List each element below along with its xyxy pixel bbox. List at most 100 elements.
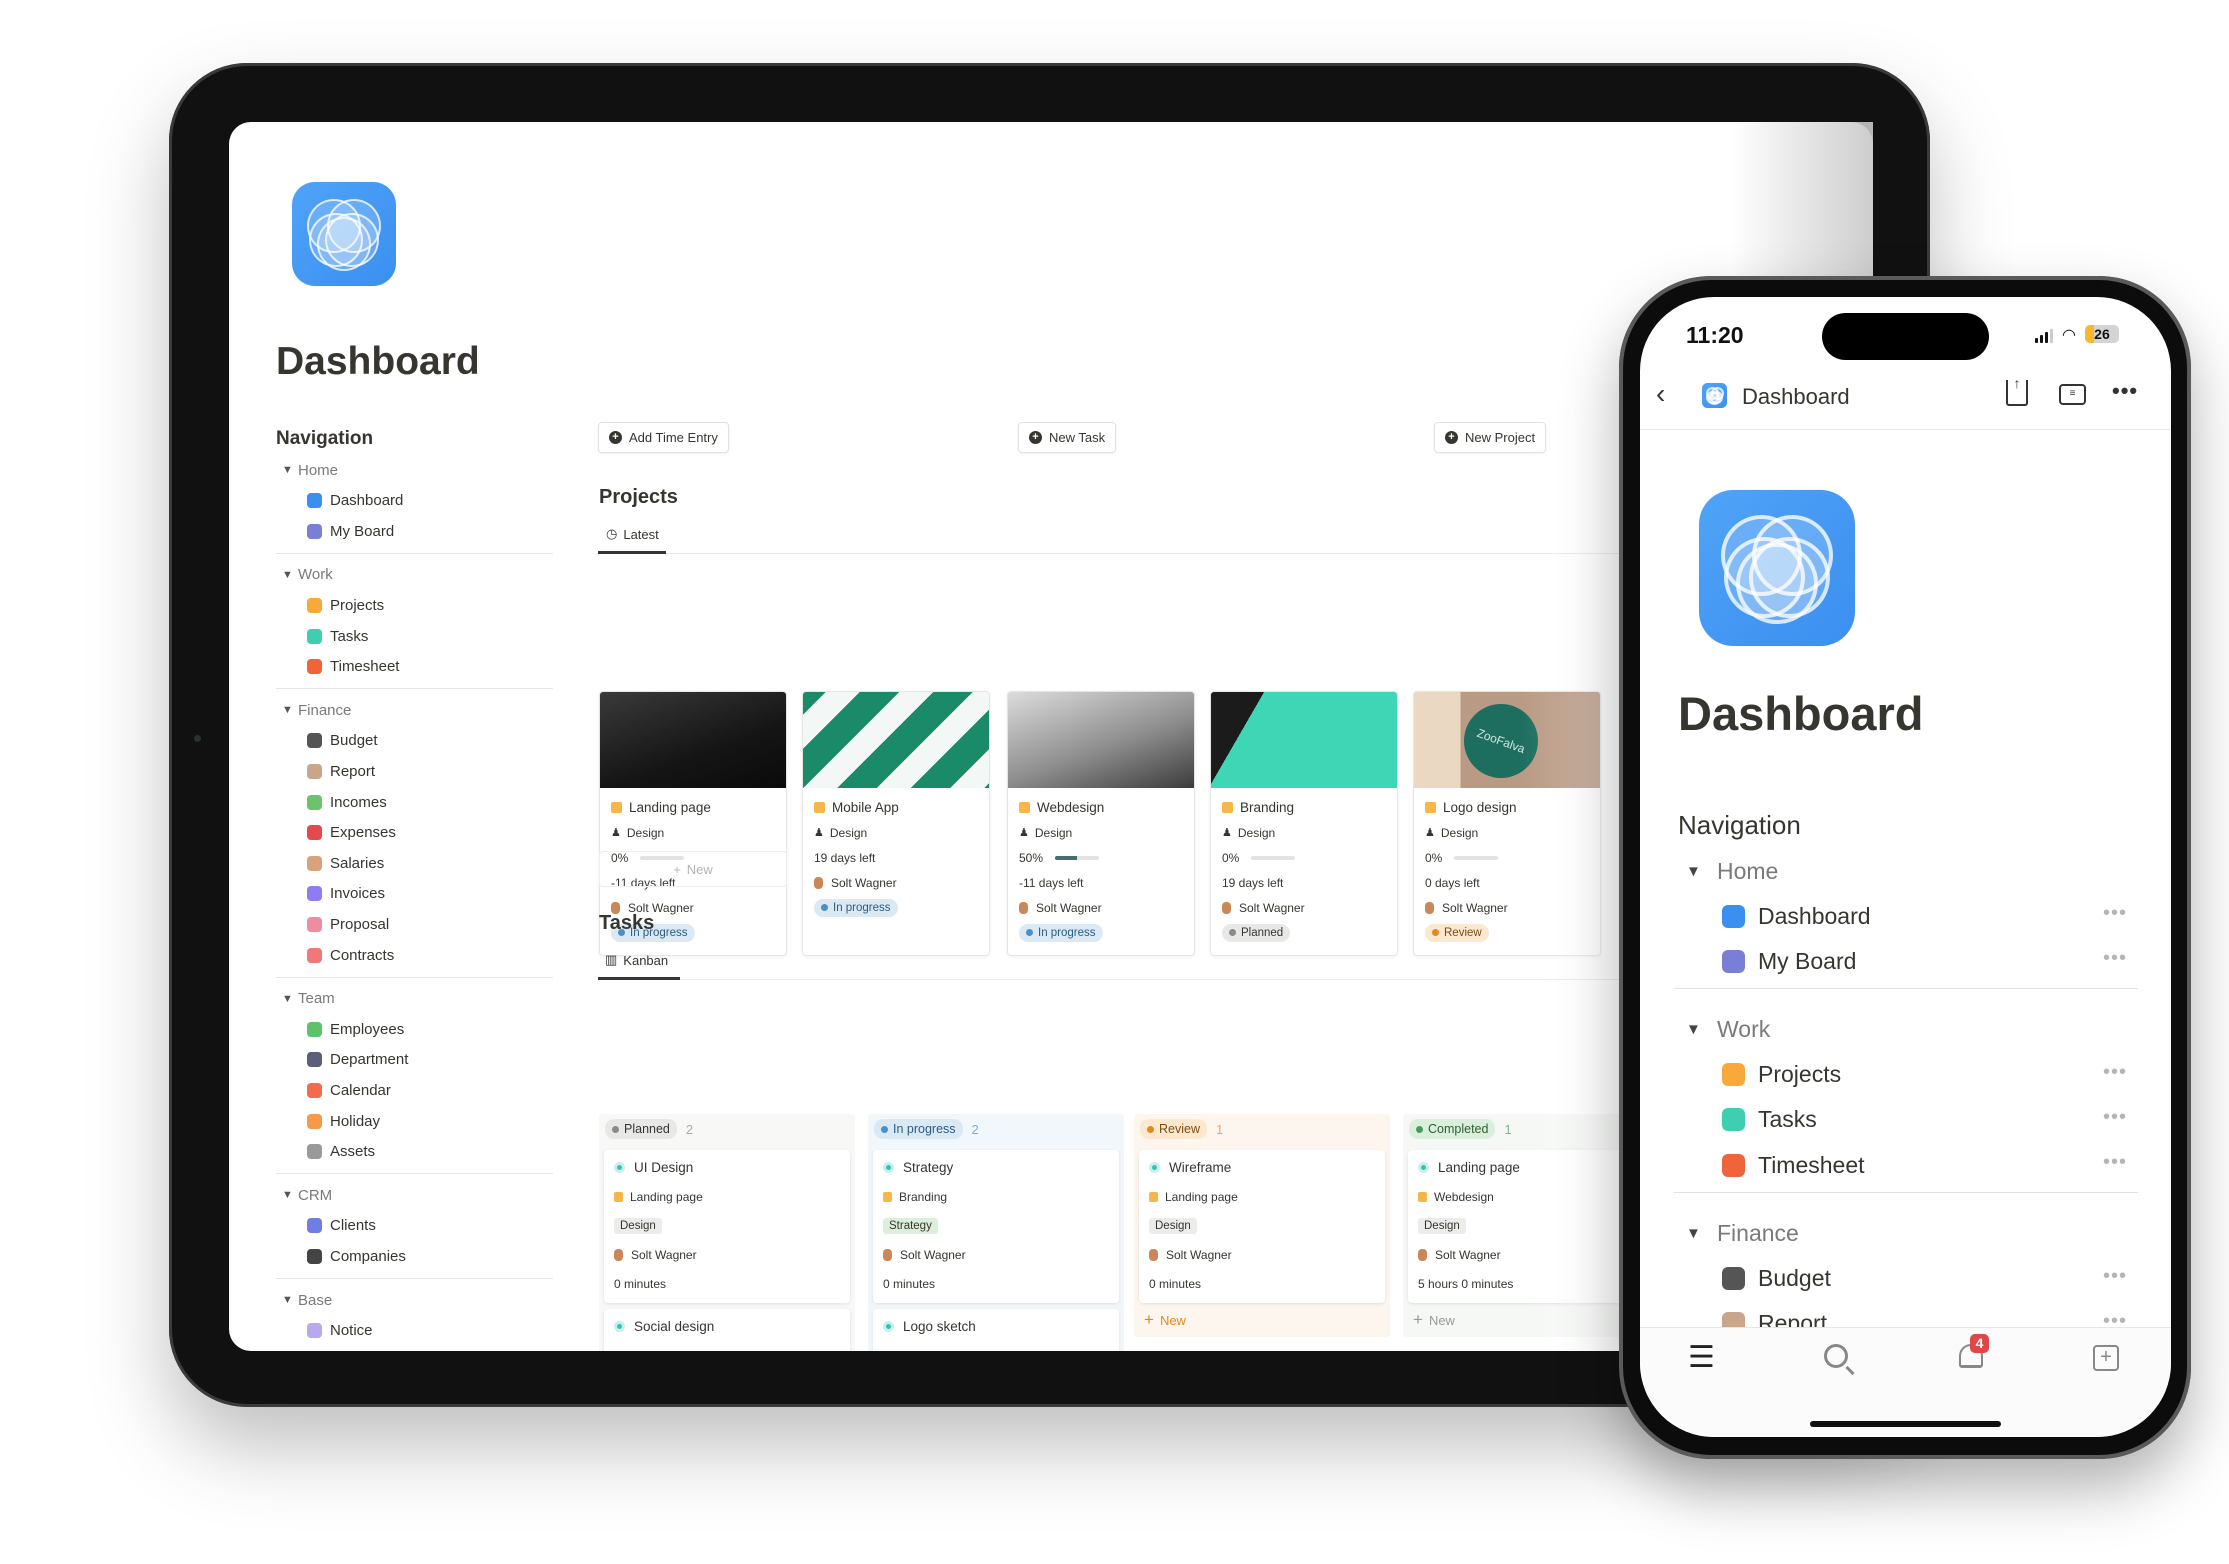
item-more-icon[interactable]: ••• bbox=[2103, 947, 2127, 970]
comment-icon[interactable]: ≡ bbox=[2059, 384, 2086, 405]
sidebar-item-department[interactable]: Department bbox=[307, 1045, 408, 1075]
sidebar-item-notice[interactable]: Notice bbox=[307, 1316, 373, 1346]
new-project-row-button[interactable]: + New bbox=[599, 851, 787, 887]
clock-icon: ◷ bbox=[606, 526, 618, 541]
sidebar-item-proposal[interactable]: Proposal bbox=[307, 909, 389, 939]
project-title[interactable]: Landing page bbox=[611, 795, 776, 820]
toggle-triangle-icon[interactable]: ▼ bbox=[282, 704, 298, 716]
more-options-icon[interactable]: ••• bbox=[2112, 378, 2138, 404]
column-status-badge: Planned bbox=[605, 1119, 677, 1139]
sidebar-item-label: Report bbox=[330, 762, 376, 780]
task-project[interactable]: Webdesign bbox=[630, 1349, 690, 1352]
nav-section-work[interactable]: ▼ Work bbox=[1686, 1010, 1770, 1050]
task-project[interactable]: Landing page bbox=[1165, 1190, 1238, 1204]
sidebar-item-assets[interactable]: Assets bbox=[307, 1137, 375, 1167]
days-left: 19 days left bbox=[1222, 875, 1284, 890]
new-task-button[interactable]: + New Task bbox=[1018, 422, 1117, 453]
item-more-icon[interactable]: ••• bbox=[2103, 902, 2127, 925]
progress-label: 0% bbox=[1425, 850, 1443, 865]
sidebar-item-expenses[interactable]: Expenses bbox=[307, 818, 396, 848]
sidebar-item-dashboard[interactable]: Dashboard bbox=[307, 486, 403, 516]
nav-section-home[interactable]: ▼ Home bbox=[282, 455, 338, 485]
nav-item-budget[interactable]: Budget bbox=[1722, 1259, 1831, 1299]
sidebar-item-employees[interactable]: Employees bbox=[307, 1014, 404, 1044]
nav-section-finance[interactable]: ▼ Finance bbox=[282, 695, 351, 725]
project-card[interactable]: Mobile App ♟ Design 19 days left Solt Wagner… bbox=[802, 691, 990, 956]
share-icon[interactable]: ↑ bbox=[2006, 376, 2028, 406]
task-card[interactable]: Social designWebdesignDesignSolt Wagner5… bbox=[604, 1309, 850, 1351]
nav-item-my-board[interactable]: My Board bbox=[1722, 941, 1856, 981]
project-card[interactable]: Branding ♟ Design 0% 19 days left Solt Wagner… bbox=[1210, 691, 1398, 956]
item-more-icon[interactable]: ••• bbox=[2103, 1151, 2127, 1174]
toggle-triangle-icon[interactable]: ▼ bbox=[282, 464, 298, 476]
nav-section-work[interactable]: ▼ Work bbox=[282, 560, 333, 590]
project-title[interactable]: Webdesign bbox=[1019, 795, 1184, 820]
toggle-triangle-icon[interactable]: ▼ bbox=[282, 1189, 298, 1201]
project-card[interactable]: Webdesign ♟ Design 50% -11 days left Solt Wag… bbox=[1007, 691, 1195, 956]
nav-section-crm[interactable]: ▼ CRM bbox=[282, 1180, 332, 1210]
task-card[interactable]: Wireframe Landing page Design Solt Wagner 0 … bbox=[1139, 1150, 1385, 1303]
tab-latest[interactable]: ◷ Latest bbox=[606, 526, 659, 542]
nav-item-timesheet[interactable]: Timesheet bbox=[1722, 1145, 1865, 1185]
proposal-icon bbox=[307, 916, 322, 932]
nav-divider bbox=[1674, 987, 2138, 989]
sidebar-item-salaries[interactable]: Salaries bbox=[307, 848, 384, 878]
list-menu-icon[interactable]: ☰ bbox=[1688, 1340, 1715, 1375]
toggle-triangle-icon[interactable]: ▼ bbox=[282, 1294, 298, 1306]
sidebar-item-projects[interactable]: Projects bbox=[307, 590, 384, 620]
sidebar-item-label: Contracts bbox=[330, 946, 395, 964]
project-title[interactable]: Mobile App bbox=[814, 795, 979, 820]
nav-item-tasks[interactable]: Tasks bbox=[1722, 1100, 1817, 1140]
toggle-triangle-icon[interactable]: ▼ bbox=[1686, 1021, 1717, 1038]
task-icon bbox=[307, 628, 322, 644]
item-more-icon[interactable]: ••• bbox=[2103, 1106, 2127, 1129]
sidebar-item-contracts[interactable]: Contracts bbox=[307, 940, 394, 970]
column-status-badge: Completed bbox=[1409, 1119, 1496, 1139]
task-project[interactable]: Logo design bbox=[899, 1349, 964, 1352]
project-title[interactable]: Branding bbox=[1222, 795, 1387, 820]
toggle-triangle-icon[interactable]: ▼ bbox=[1686, 863, 1717, 880]
sidebar-item-incomes[interactable]: Incomes bbox=[307, 787, 387, 817]
task-card[interactable]: Strategy Branding Strategy Solt Wagner 0 min… bbox=[873, 1150, 1119, 1303]
tab-kanban[interactable]: ▥ Kanban bbox=[605, 952, 668, 968]
sidebar-item-calendar[interactable]: Calendar bbox=[307, 1075, 391, 1105]
folder-icon bbox=[883, 1350, 892, 1351]
item-more-icon[interactable]: ••• bbox=[2103, 1265, 2127, 1288]
toggle-triangle-icon[interactable]: ▼ bbox=[1686, 1225, 1717, 1242]
nav-section-team[interactable]: ▼ Team bbox=[282, 984, 335, 1014]
nav-item-dashboard[interactable]: Dashboard bbox=[1722, 896, 1871, 936]
sidebar-item-budget[interactable]: Budget bbox=[307, 726, 378, 756]
nav-item-projects[interactable]: Projects bbox=[1722, 1055, 1841, 1095]
item-more-icon[interactable]: ••• bbox=[2103, 1061, 2127, 1084]
sidebar-item-report[interactable]: Report bbox=[307, 756, 375, 786]
task-project[interactable]: Webdesign bbox=[1434, 1190, 1494, 1204]
nav-divider bbox=[276, 1278, 553, 1279]
days-left: 19 days left bbox=[814, 850, 876, 865]
sidebar-item-clients[interactable]: Clients bbox=[307, 1211, 376, 1241]
back-chevron-icon[interactable]: ‹ bbox=[1656, 378, 1665, 410]
nav-section-home[interactable]: ▼ Home bbox=[1686, 851, 1778, 891]
sidebar-item-invoices[interactable]: Invoices bbox=[307, 879, 385, 909]
task-project[interactable]: Landing page bbox=[630, 1190, 703, 1204]
folder-icon bbox=[307, 597, 322, 613]
task-card[interactable]: UI Design Landing page Design Solt Wagner 0 … bbox=[604, 1150, 850, 1303]
nav-section-base[interactable]: ▼ Base bbox=[282, 1285, 332, 1315]
task-project[interactable]: Branding bbox=[899, 1190, 947, 1204]
add-task-button[interactable]: + New bbox=[1134, 1303, 1390, 1337]
home-indicator[interactable] bbox=[1810, 1421, 2001, 1427]
toggle-triangle-icon[interactable]: ▼ bbox=[282, 993, 298, 1005]
sidebar-item-companies[interactable]: Companies bbox=[307, 1241, 406, 1271]
sidebar-item-tasks[interactable]: Tasks bbox=[307, 621, 368, 651]
nav-section-finance[interactable]: ▼ Finance bbox=[1686, 1214, 1799, 1254]
kanban-column-review: Review 1 Wireframe Landing page Design Solt W… bbox=[1134, 1114, 1390, 1337]
toggle-triangle-icon[interactable]: ▼ bbox=[282, 569, 298, 581]
task-icon bbox=[883, 1321, 894, 1332]
sidebar-item-timesheet[interactable]: Timesheet bbox=[307, 652, 399, 682]
task-owner: Solt Wagner bbox=[631, 1247, 697, 1262]
sidebar-item-holiday[interactable]: Holiday bbox=[307, 1106, 380, 1136]
search-icon[interactable] bbox=[1824, 1344, 1848, 1368]
task-card[interactable]: Logo sketchLogo designDesignSolt Wagner3… bbox=[873, 1309, 1119, 1351]
add-time-entry-button[interactable]: + Add Time Entry bbox=[598, 422, 729, 453]
add-page-icon[interactable]: + bbox=[2093, 1345, 2119, 1371]
sidebar-item-my-board[interactable]: My Board bbox=[307, 516, 394, 546]
